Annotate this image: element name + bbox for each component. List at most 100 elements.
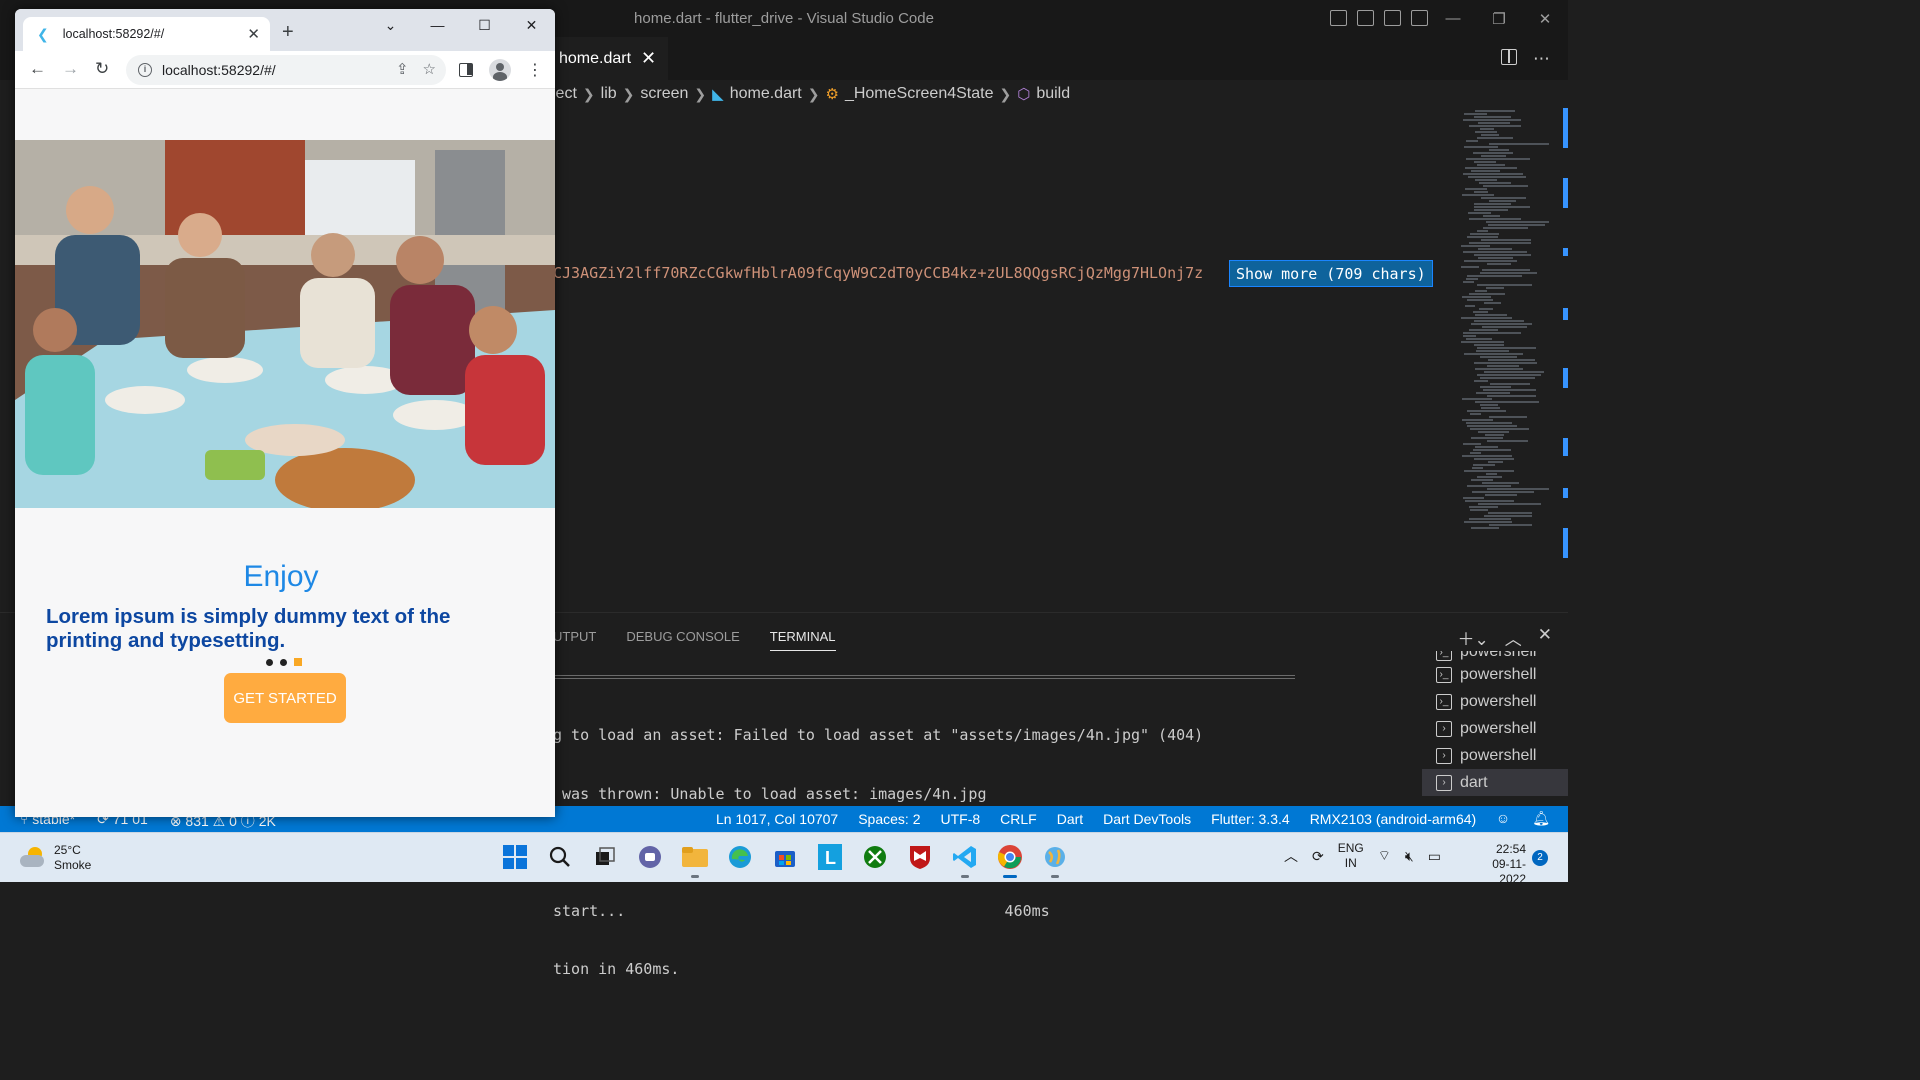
feedback-icon[interactable]: ☺ — [1496, 810, 1510, 827]
bookmark-star-icon[interactable]: ☆ — [423, 60, 436, 78]
page-dot[interactable] — [280, 658, 287, 666]
minimap-line — [1462, 296, 1491, 298]
new-tab-icon[interactable]: + — [282, 21, 294, 44]
status-right: Ln 1017, Col 10707 Spaces: 2 UTF-8 CRLF … — [716, 811, 1476, 827]
l-app-button[interactable]: L — [815, 842, 845, 872]
breadcrumb-item-screen[interactable]: screen — [640, 85, 688, 103]
terminal-item-powershell[interactable]: › powershell — [1422, 742, 1568, 769]
status-device[interactable]: RMX2103 (android-arm64) — [1310, 811, 1477, 827]
file-explorer-button[interactable] — [680, 842, 710, 878]
chrome-taskbar-button[interactable] — [995, 842, 1025, 878]
toggle-panel-icon[interactable] — [1357, 10, 1374, 26]
edge-button[interactable] — [725, 842, 755, 872]
search-button[interactable] — [545, 842, 575, 872]
status-eol[interactable]: CRLF — [1000, 811, 1037, 827]
get-started-button[interactable]: GET STARTED — [224, 673, 346, 723]
minimap-line — [1468, 176, 1526, 178]
tab-debug-console[interactable]: DEBUG CONSOLE — [626, 629, 739, 651]
minimap-line — [1473, 311, 1488, 313]
search-icon — [549, 846, 570, 867]
close-icon[interactable]: ✕ — [1522, 0, 1568, 37]
breadcrumb-item-lib[interactable]: lib — [601, 85, 617, 103]
tab-close-icon[interactable]: ✕ — [641, 48, 656, 69]
minimap-line — [1484, 515, 1532, 517]
minimap-line — [1467, 410, 1506, 412]
code-line-string[interactable]: CJ3AGZiY2lff70RZcCGkwfHblrA09fCqyW9C2dT0… — [553, 264, 1203, 282]
tab-search-icon[interactable]: ⌄ — [367, 9, 414, 41]
close-panel-icon[interactable]: ✕ — [1538, 625, 1552, 650]
flutter-app-taskbar-button[interactable] — [1040, 842, 1070, 878]
show-hidden-icons-chevron-icon[interactable]: ︿ — [1284, 846, 1298, 866]
teams-chat-button[interactable] — [635, 842, 665, 872]
tab-home-dart[interactable]: home.dart ✕ — [553, 37, 668, 80]
sync-tray-icon[interactable]: ⟳ — [1312, 848, 1324, 865]
toggle-sidebar-icon[interactable] — [1330, 10, 1347, 26]
weather-widget[interactable]: 25°C Smoke — [20, 843, 91, 873]
terminal-item-powershell[interactable]: ›_ powershell — [1422, 661, 1568, 688]
status-flutter-version[interactable]: Flutter: 3.3.4 — [1211, 811, 1290, 827]
forward-icon[interactable]: → — [62, 59, 79, 79]
reload-icon[interactable]: ↻ — [95, 59, 109, 79]
task-view-button[interactable] — [590, 842, 620, 872]
input-language[interactable]: ENG IN — [1338, 841, 1364, 871]
speaker-muted-icon[interactable]: 🔇︎ — [1405, 848, 1414, 865]
notification-count-badge[interactable]: 2 — [1532, 850, 1548, 866]
status-encoding[interactable]: UTF-8 — [940, 811, 980, 827]
tab-output[interactable]: UTPUT — [553, 629, 596, 651]
more-actions-icon[interactable]: ⋯ — [1533, 49, 1550, 69]
maximize-icon[interactable]: ☐ — [461, 9, 508, 41]
minimap-line — [1490, 383, 1530, 385]
status-devtools[interactable]: Dart DevTools — [1103, 811, 1191, 827]
terminal-item-powershell[interactable]: › powershell — [1422, 715, 1568, 742]
share-icon[interactable]: ⇪ — [396, 60, 409, 78]
profile-avatar-icon[interactable] — [489, 59, 511, 81]
battery-icon[interactable]: ▭ — [1428, 848, 1441, 865]
breadcrumb-item-file[interactable]: home.dart — [730, 85, 802, 103]
close-icon[interactable]: ✕ — [508, 9, 555, 41]
new-terminal-icon[interactable]: ＋⌄ — [1458, 625, 1489, 650]
breadcrumb-item-class[interactable]: _HomeScreen4State — [845, 85, 994, 103]
site-info-icon[interactable]: i — [138, 63, 152, 77]
mcafee-button[interactable] — [905, 842, 935, 872]
back-icon[interactable]: ← — [29, 59, 46, 79]
address-bar[interactable]: i localhost:58292/#/ ⇪ ☆ — [126, 55, 446, 85]
status-language[interactable]: Dart — [1057, 811, 1083, 827]
menu-kebab-icon[interactable]: ⋮ — [527, 60, 543, 80]
url-text[interactable]: localhost:58292/#/ — [162, 62, 276, 78]
start-button[interactable] — [500, 842, 530, 872]
minimize-icon[interactable]: — — [414, 9, 461, 41]
split-editor-icon[interactable] — [1501, 49, 1517, 65]
show-more-button[interactable]: Show more (709 chars) — [1229, 260, 1433, 287]
vscode-taskbar-button[interactable] — [950, 842, 980, 878]
wifi-icon[interactable]: ⌔ — [1378, 847, 1391, 865]
minimap[interactable] — [1455, 108, 1552, 612]
xbox-button[interactable] — [860, 842, 890, 872]
weather-text: 25°C Smoke — [54, 843, 91, 873]
editor-scrollbar[interactable] — [1552, 108, 1568, 612]
side-panel-icon[interactable] — [459, 63, 473, 77]
breadcrumb-item-project[interactable]: ject — [552, 85, 577, 103]
clock[interactable]: 22:54 09-11-2022 — [1478, 842, 1526, 887]
tab-close-icon[interactable]: ✕ — [247, 25, 260, 43]
breadcrumb-item-method[interactable]: build — [1036, 85, 1070, 103]
terminal-item-powershell[interactable]: ›_ powershell — [1422, 688, 1568, 715]
minimap-line — [1474, 320, 1524, 322]
tab-terminal[interactable]: TERMINAL — [769, 629, 836, 651]
browser-tab[interactable]: ❮ localhost:58292/#/ ✕ — [23, 17, 270, 51]
store-button[interactable] — [770, 842, 800, 872]
status-indentation[interactable]: Spaces: 2 — [858, 811, 920, 827]
toggle-secondary-sidebar-icon[interactable] — [1384, 10, 1401, 26]
notifications-bell-icon[interactable]: 🔔︎ — [1532, 810, 1550, 827]
customize-layout-icon[interactable] — [1411, 10, 1428, 26]
terminal-item-dart[interactable]: › dart — [1422, 769, 1568, 796]
omnibox-actions: ⇪ ☆ — [396, 60, 436, 78]
status-cursor-position[interactable]: Ln 1017, Col 10707 — [716, 811, 838, 827]
maximize-panel-icon[interactable]: ︿ — [1505, 625, 1522, 650]
minimap-line — [1470, 428, 1529, 430]
restore-icon[interactable]: ❐ — [1476, 0, 1522, 37]
minimap-line — [1477, 137, 1513, 139]
page-dot-active[interactable] — [294, 658, 302, 666]
terminal-item-powershell[interactable]: ›_ powershell — [1422, 651, 1568, 661]
page-dot[interactable] — [266, 658, 273, 666]
minimize-icon[interactable]: — — [1430, 0, 1476, 37]
